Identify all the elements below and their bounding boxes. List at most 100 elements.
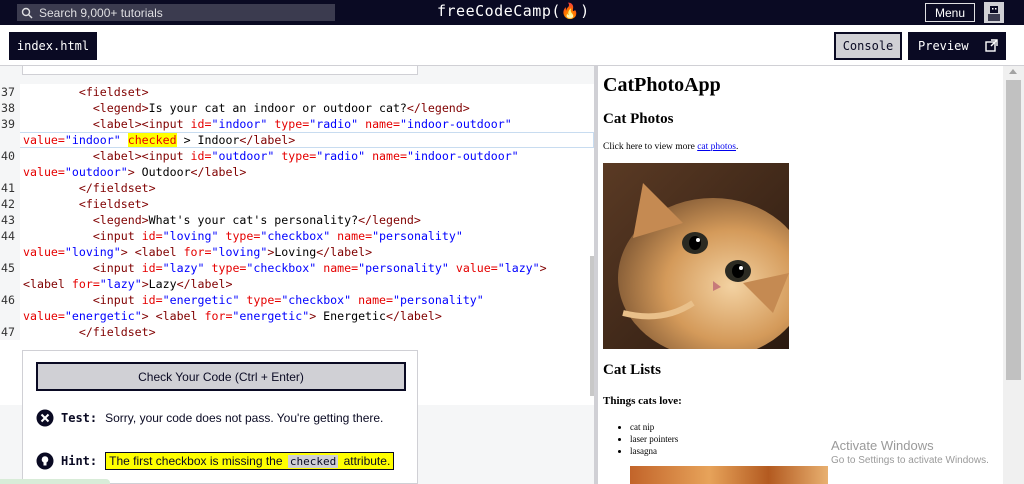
scroll-up-arrow-icon[interactable]	[1009, 69, 1017, 74]
code-line[interactable]: value="indoor" checked > Indoor</label>	[0, 132, 594, 148]
code-line[interactable]: <label for="lazy">Lazy</label>	[0, 276, 594, 292]
instructions-panel-bottom	[22, 66, 418, 75]
code-token: "indoor-outdoor"	[400, 117, 512, 131]
line-number: 47	[0, 324, 20, 340]
code-line[interactable]: 37 <fieldset>	[0, 84, 594, 100]
code-token: "lazy"	[497, 261, 540, 275]
code-text: <legend>Is your cat an indoor or outdoor…	[23, 100, 470, 116]
code-token: "outdoor"	[211, 149, 275, 163]
code-token: "indoor"	[64, 133, 121, 147]
code-text: <input id="lazy" type="checkbox" name="p…	[23, 260, 547, 276]
fail-icon	[36, 409, 54, 427]
preview-button[interactable]: Preview	[908, 32, 1006, 60]
status-tab[interactable]	[0, 479, 110, 484]
things-cats-love-heading: Things cats love:	[603, 395, 682, 407]
code-token: </legend>	[406, 101, 470, 115]
code-token: </label>	[176, 277, 233, 291]
code-token: > Indoor	[176, 133, 240, 147]
code-token: >	[141, 277, 149, 291]
code-line[interactable]: 39 <label><input id="indoor" type="radio…	[0, 116, 594, 132]
code-text: <label><input id="indoor" type="radio" n…	[23, 116, 512, 132]
code-line[interactable]: 46 <input id="energetic" type="checkbox"…	[0, 292, 594, 308]
code-line[interactable]: 44 <input id="loving" type="checkbox" na…	[0, 228, 594, 244]
search-icon	[21, 7, 33, 18]
code-token: "lazy"	[99, 277, 142, 291]
code-token: "outdoor"	[64, 165, 128, 179]
code-token: </label>	[386, 309, 442, 323]
test-result: Test: Sorry, your code does not pass. Yo…	[36, 409, 383, 427]
code-token: type=	[274, 117, 310, 131]
code-line[interactable]: 42 <fieldset>	[0, 196, 594, 212]
code-token: "personality"	[372, 229, 463, 243]
user-icon	[988, 5, 1000, 21]
line-number: 44	[0, 228, 20, 244]
code-text: <fieldset>	[23, 84, 149, 100]
code-text: </fieldset>	[23, 324, 156, 340]
code-token: Is your cat an indoor or outdoor cat?	[148, 101, 407, 115]
code-line[interactable]: 47 </fieldset>	[0, 324, 594, 340]
watermark-title: Activate Windows	[831, 438, 934, 453]
search-placeholder: Search 9,000+ tutorials	[39, 5, 163, 20]
code-token: for=	[204, 309, 233, 323]
code-line[interactable]: value="outdoor"> Outdoor</label>	[0, 164, 594, 180]
cat-photos-link[interactable]: cat photos	[697, 142, 736, 152]
code-token: "indoor-outdoor"	[406, 149, 519, 163]
code-token: <input	[92, 293, 142, 307]
code-token: >	[127, 165, 135, 179]
line-number	[0, 244, 20, 260]
cat-photo[interactable]	[603, 163, 789, 349]
code-token: "energetic"	[162, 293, 240, 307]
code-token: value=	[23, 165, 65, 179]
code-text: value="energetic"> <label for="energetic…	[23, 308, 442, 324]
code-token: name=	[337, 229, 373, 243]
code-line[interactable]: value="loving"> <label for="loving">Lovi…	[0, 244, 594, 260]
preview-heading-lists: Cat Lists	[603, 362, 661, 378]
code-token: >	[539, 261, 547, 275]
activate-windows-watermark: Activate Windows Go to Settings to activ…	[831, 438, 989, 466]
code-token: id=	[141, 261, 163, 275]
code-token: </legend>	[358, 213, 421, 227]
preview-scrollbar-thumb[interactable]	[1006, 80, 1021, 380]
file-tab-index-html[interactable]: index.html	[9, 32, 97, 60]
list-item: cat nip	[630, 421, 678, 433]
code-line[interactable]: 38 <legend>Is your cat an indoor or outd…	[0, 100, 594, 116]
code-token: > <label	[120, 245, 184, 259]
search-bar[interactable]: Search 9,000+ tutorials	[17, 4, 335, 21]
code-token: id=	[141, 229, 163, 243]
menu-button[interactable]: Menu	[925, 3, 975, 22]
line-number	[0, 276, 20, 292]
code-token: "energetic"	[232, 309, 310, 323]
code-text: <label><input id="outdoor" type="radio" …	[23, 148, 519, 164]
code-line[interactable]: 45 <input id="lazy" type="checkbox" name…	[0, 260, 594, 276]
hint-text-end: attribute.	[343, 454, 391, 468]
code-line[interactable]: 43 <legend>What's your cat's personality…	[0, 212, 594, 228]
check-code-button[interactable]: Check Your Code (Ctrl + Enter)	[36, 362, 406, 391]
test-panel: Check Your Code (Ctrl + Enter) Test: Sor…	[22, 350, 418, 484]
code-line[interactable]: 41 </fieldset>	[0, 180, 594, 196]
test-message: Sorry, your code does not pass. You're g…	[105, 411, 384, 425]
brand-logo[interactable]: freeCodeCamp(🔥)	[437, 2, 590, 20]
code-token: "radio"	[309, 117, 359, 131]
hint-message: The first checkbox is missing the checke…	[105, 452, 395, 470]
code-line[interactable]: value="energetic"> <label for="energetic…	[0, 308, 594, 324]
lightbulb-icon	[36, 452, 54, 470]
code-token: value=	[23, 245, 65, 259]
console-button[interactable]: Console	[834, 32, 902, 60]
code-token: <legend>	[92, 101, 149, 115]
line-number: 38	[0, 100, 20, 116]
code-token: "personality"	[358, 261, 449, 275]
avatar[interactable]	[984, 2, 1004, 23]
code-token: "lazy"	[162, 261, 205, 275]
hint: Hint: The first checkbox is missing the …	[36, 452, 395, 470]
cat-loves-list: cat nip laser pointers lasagna	[630, 421, 678, 457]
line-number: 46	[0, 292, 20, 308]
code-line[interactable]: 40 <label><input id="outdoor" type="radi…	[0, 148, 594, 164]
code-text: <label for="lazy">Lazy</label>	[23, 276, 232, 292]
code-token: name=	[358, 293, 394, 307]
